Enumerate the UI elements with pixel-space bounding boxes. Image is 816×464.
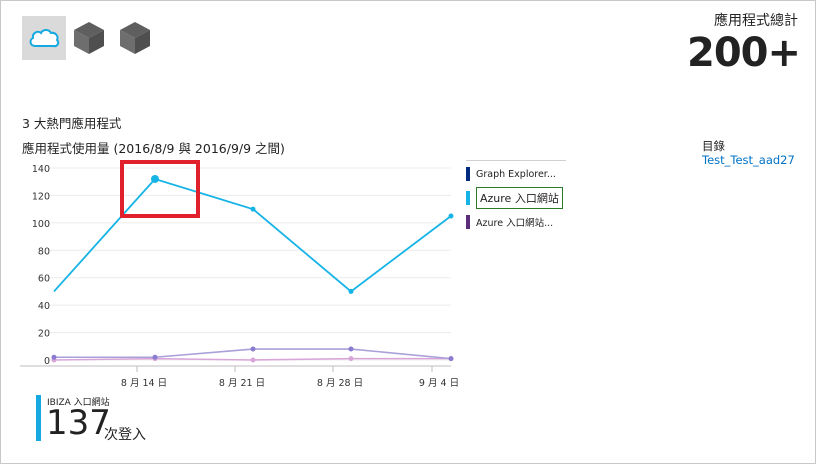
data-point[interactable] xyxy=(51,354,57,360)
data-point[interactable] xyxy=(448,213,454,219)
legend-label: Azure 入口網站 xyxy=(476,187,563,209)
legend-item-azure-portal[interactable]: Azure 入口網站 xyxy=(466,187,566,209)
y-tick-label: 140 xyxy=(32,164,50,175)
data-point[interactable] xyxy=(348,356,354,362)
x-tick-label: 9 月 4 日 xyxy=(419,378,459,389)
legend-swatch xyxy=(466,191,470,205)
y-tick-label: 60 xyxy=(38,274,50,285)
legend-label: Graph Explorer... xyxy=(476,168,556,180)
data-point[interactable] xyxy=(348,288,354,294)
data-point[interactable] xyxy=(250,357,256,363)
data-point[interactable] xyxy=(448,356,454,362)
legend-swatch xyxy=(466,167,470,181)
highlight-annotation xyxy=(120,160,200,218)
y-tick-label: 0 xyxy=(44,356,50,367)
x-tick-label: 8 月 28 日 xyxy=(317,378,363,389)
data-point[interactable] xyxy=(152,354,158,360)
x-tick-label: 8 月 21 日 xyxy=(219,378,265,389)
data-point[interactable] xyxy=(348,346,354,352)
y-tick-label: 40 xyxy=(38,301,50,312)
y-tick-label: 20 xyxy=(38,329,50,340)
legend-item-azure-portal-2[interactable]: Azure 入口網站... xyxy=(466,211,566,233)
data-point[interactable] xyxy=(250,206,256,212)
kpi-accent-bar xyxy=(36,395,41,441)
y-tick-label: 80 xyxy=(38,246,50,257)
data-point[interactable] xyxy=(250,346,256,352)
legend-swatch xyxy=(466,215,470,229)
y-tick-label: 120 xyxy=(32,191,50,202)
y-tick-label: 100 xyxy=(32,219,50,230)
legend-item-graph-explorer[interactable]: Graph Explorer... xyxy=(466,163,566,185)
legend-label: Azure 入口網站... xyxy=(476,218,554,229)
kpi-value: 137 xyxy=(46,403,111,443)
kpi-unit: 次登入 xyxy=(104,427,146,443)
usage-chart: 0 20 40 60 80 100 120 140 8 月 14 日 8 月 21 日 8 月 28… xyxy=(20,164,459,389)
x-tick-label: 8 月 14 日 xyxy=(121,378,167,389)
chart-legend: Graph Explorer... Azure 入口網站 Azure 入口網站.… xyxy=(466,160,566,233)
